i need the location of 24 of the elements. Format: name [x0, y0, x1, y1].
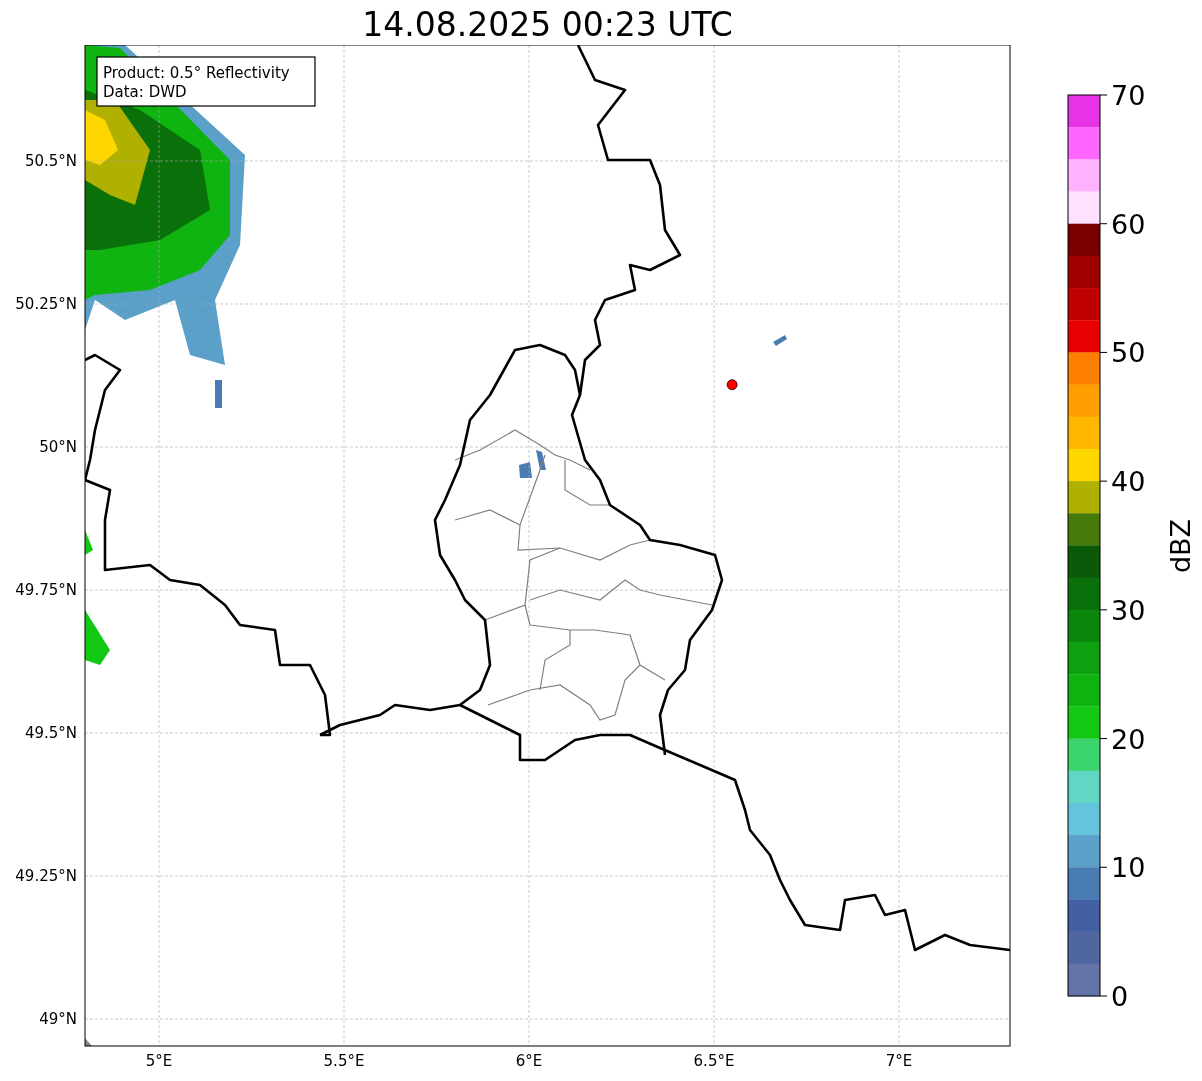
annotation-text: Product: 0.5° Reflectivity: [103, 64, 290, 82]
colorbar-tick-label: 10: [1111, 852, 1146, 884]
colorbar-tick-label: 50: [1111, 337, 1146, 369]
axis-tick-label: 50.5°N: [24, 152, 77, 170]
axis-tick-label: 50°N: [39, 438, 77, 456]
axis-tick-label: 6.5°E: [693, 1052, 735, 1070]
axis-tick-label: 49.75°N: [15, 581, 77, 599]
axis-tick-label: 7°E: [885, 1052, 913, 1070]
axis-tick-label: 6°E: [515, 1052, 543, 1070]
colorbar-label: dBZ: [1165, 518, 1196, 574]
chart-title: 14.08.2025 00:23 UTC: [361, 4, 734, 45]
axis-tick-label: 49.25°N: [15, 867, 77, 885]
axis-tick-label: 5.5°E: [323, 1052, 365, 1070]
colorbar-tick-label: 30: [1111, 594, 1146, 626]
colorbar-tick-label: 40: [1111, 466, 1146, 498]
axis-tick-label: 5°E: [145, 1052, 173, 1070]
annotation-text: Data: DWD: [103, 83, 187, 101]
colorbar-tick-label: 0: [1111, 981, 1129, 1012]
colorbar-tick-label: 70: [1111, 80, 1146, 111]
colorbar-tick-label: 20: [1111, 723, 1146, 755]
axis-tick-label: 49.5°N: [24, 724, 77, 742]
axis-tick-label: 49°N: [39, 1010, 77, 1028]
colorbar-tick-label: 60: [1111, 208, 1146, 240]
axis-tick-label: 50.25°N: [15, 295, 77, 313]
